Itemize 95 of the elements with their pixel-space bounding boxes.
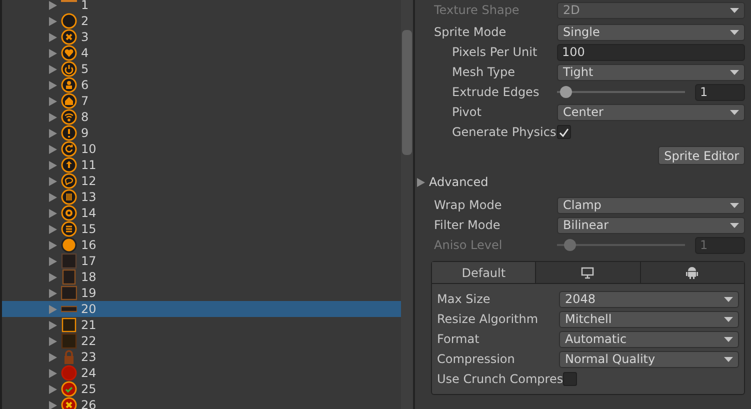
hierarchy-item[interactable]: 6 [2,77,401,93]
hierarchy-item[interactable]: 3 [2,29,401,45]
field-label: Generate Physics [452,125,557,139]
dropdown[interactable]: Normal Quality [559,350,739,368]
hierarchy-item[interactable]: 22 [2,333,401,349]
list-icon [61,221,77,237]
house-icon [61,93,77,109]
number-field[interactable]: 100 [557,44,745,60]
hierarchy-item[interactable]: 8 [2,109,401,125]
x-circle-icon [61,29,77,45]
checkbox[interactable] [563,372,578,386]
caret-icon [724,336,733,342]
dropdown[interactable]: Tight [557,64,745,80]
checkbox[interactable] [557,125,571,139]
hierarchy-item[interactable]: 25 [2,381,401,397]
hierarchy-item[interactable]: 23 [2,349,401,365]
number-field[interactable]: 1 [695,84,745,100]
field-label: Max Size [437,292,492,306]
caret-icon [724,316,733,322]
bars-icon [61,189,77,205]
platform-tab[interactable] [535,262,640,283]
line-icon [61,0,77,2]
hierarchy-item[interactable]: 13 [2,189,401,205]
power-icon [61,61,77,77]
field-label: Wrap Mode [434,198,503,212]
dropdown[interactable]: Mitchell [559,310,739,328]
caret-icon [724,356,733,362]
dropdown[interactable]: Center [557,104,745,120]
dropdown[interactable]: 2048 [559,290,739,308]
dropdown[interactable]: Single [557,24,745,40]
platform-tab[interactable]: Default [432,262,536,283]
exclamation-icon [61,125,77,141]
hierarchy-item[interactable]: 18 [2,269,401,285]
dropdown[interactable]: Bilinear [557,216,745,234]
hierarchy-item[interactable]: 26 [2,397,401,409]
refresh-icon [61,141,77,157]
field-label: Texture Shape [434,3,520,17]
dropdown[interactable]: Automatic [559,330,739,348]
field-label: Aniso Level [434,238,504,252]
hierarchy-item[interactable]: 24 [2,365,401,381]
square-icon [61,333,77,349]
hierarchy-item[interactable]: 10 [2,141,401,157]
hierarchy-item[interactable]: 15 [2,221,401,237]
advanced-foldout[interactable]: Advanced [417,169,745,195]
sprite-editor-button[interactable]: Sprite Editor [658,146,745,165]
hierarchy-item[interactable]: 16 [2,237,401,253]
field-label: Pivot [452,105,482,119]
field-label: Sprite Mode [434,25,508,39]
field-label: Pixels Per Unit [452,45,538,59]
filled-circle-icon [61,365,77,381]
caret-icon [730,110,739,114]
slider-handle[interactable] [560,86,572,98]
caret-icon [730,222,739,228]
circle-icon [61,13,77,29]
hierarchy-item[interactable]: 17 [2,253,401,269]
field-label: Compression [437,352,516,366]
speech-bubble-icon [61,173,77,189]
hierarchy-item[interactable]: 19 [2,285,401,301]
dropdown[interactable]: Clamp [557,196,745,214]
checkmark-icon [559,128,569,136]
hierarchy-item[interactable]: 21 [2,317,401,333]
hierarchy-item[interactable]: 5 [2,61,401,77]
square-icon [61,253,77,269]
hierarchy-item[interactable]: 20 [2,301,401,317]
platform-tab[interactable] [640,262,744,283]
caret-icon [730,202,739,208]
upload-icon [61,157,77,173]
monitor-icon [581,266,594,278]
field-label: Mesh Type [452,65,516,79]
hierarchy-item[interactable]: 1 [2,0,401,13]
hierarchy-item[interactable]: 14 [2,205,401,221]
scrollbar[interactable] [401,0,413,409]
android-icon [686,266,698,279]
field-label: Resize Algorithm [437,312,540,326]
caret-icon [730,70,739,74]
field-label: Filter Mode [434,218,502,232]
hierarchy-item[interactable]: 12 [2,173,401,189]
field-label: Extrude Edges [452,85,540,99]
field-label: Use Crunch Compres [437,372,564,386]
expand-arrow-icon [417,178,425,186]
check-circle-icon [61,381,77,397]
hierarchy-item[interactable]: 2 [2,13,401,29]
hierarchy-item[interactable]: 7 [2,93,401,109]
square-icon [61,269,77,285]
wifi-icon [61,109,77,125]
caret-icon [730,8,739,12]
field-label: Format [437,332,480,346]
hierarchy-item[interactable]: 4 [2,45,401,61]
scrollbar-thumb[interactable] [402,30,412,155]
person-icon [61,77,77,93]
hierarchy-item[interactable]: 11 [2,157,401,173]
hierarchy-item[interactable]: 9 [2,125,401,141]
square-icon [61,317,77,333]
caret-icon [724,296,733,302]
caret-icon [730,30,739,34]
